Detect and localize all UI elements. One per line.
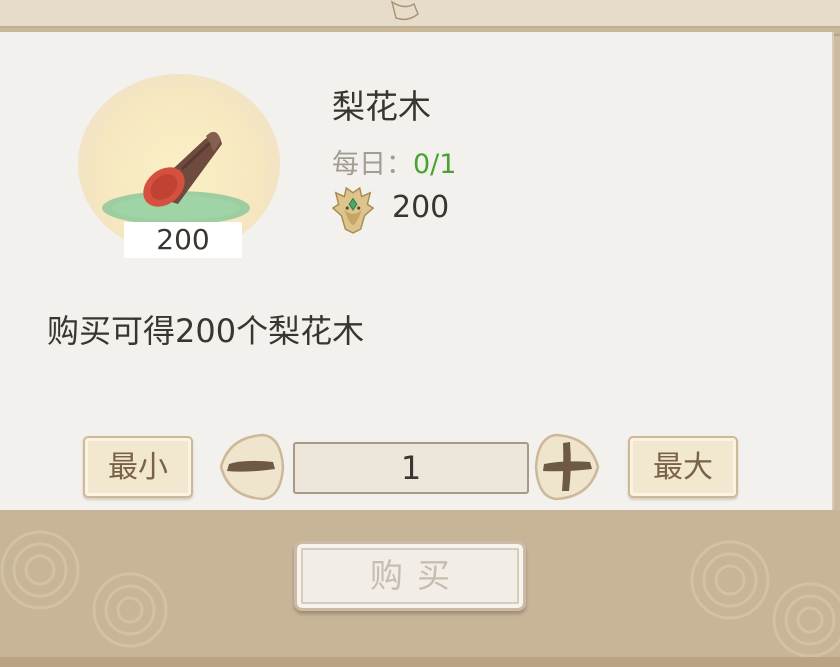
footer-edge [0,657,840,667]
item-description: 购买可得200个梨花木 [47,312,365,350]
item-icon-frame: 200 [78,74,280,258]
increase-button[interactable] [534,431,604,503]
max-quantity-button[interactable]: 最大 [628,436,738,498]
bundle-count: 200 [124,222,242,258]
ornament-icon [390,0,419,21]
buy-button[interactable]: 购买 [294,541,526,611]
daily-limit: 每日：0/1 [332,142,456,181]
quantity-input[interactable]: 1 [293,442,529,494]
decrease-button[interactable] [215,431,285,503]
item-name: 梨花木 [332,87,431,126]
top-frame [0,0,840,36]
daily-limit-label: 每日： [332,149,413,180]
dragon-coin-icon [331,186,375,234]
min-quantity-button[interactable]: 最小 [83,436,193,498]
daily-limit-value: 0/1 [413,149,457,180]
price-value: 200 [392,190,450,225]
